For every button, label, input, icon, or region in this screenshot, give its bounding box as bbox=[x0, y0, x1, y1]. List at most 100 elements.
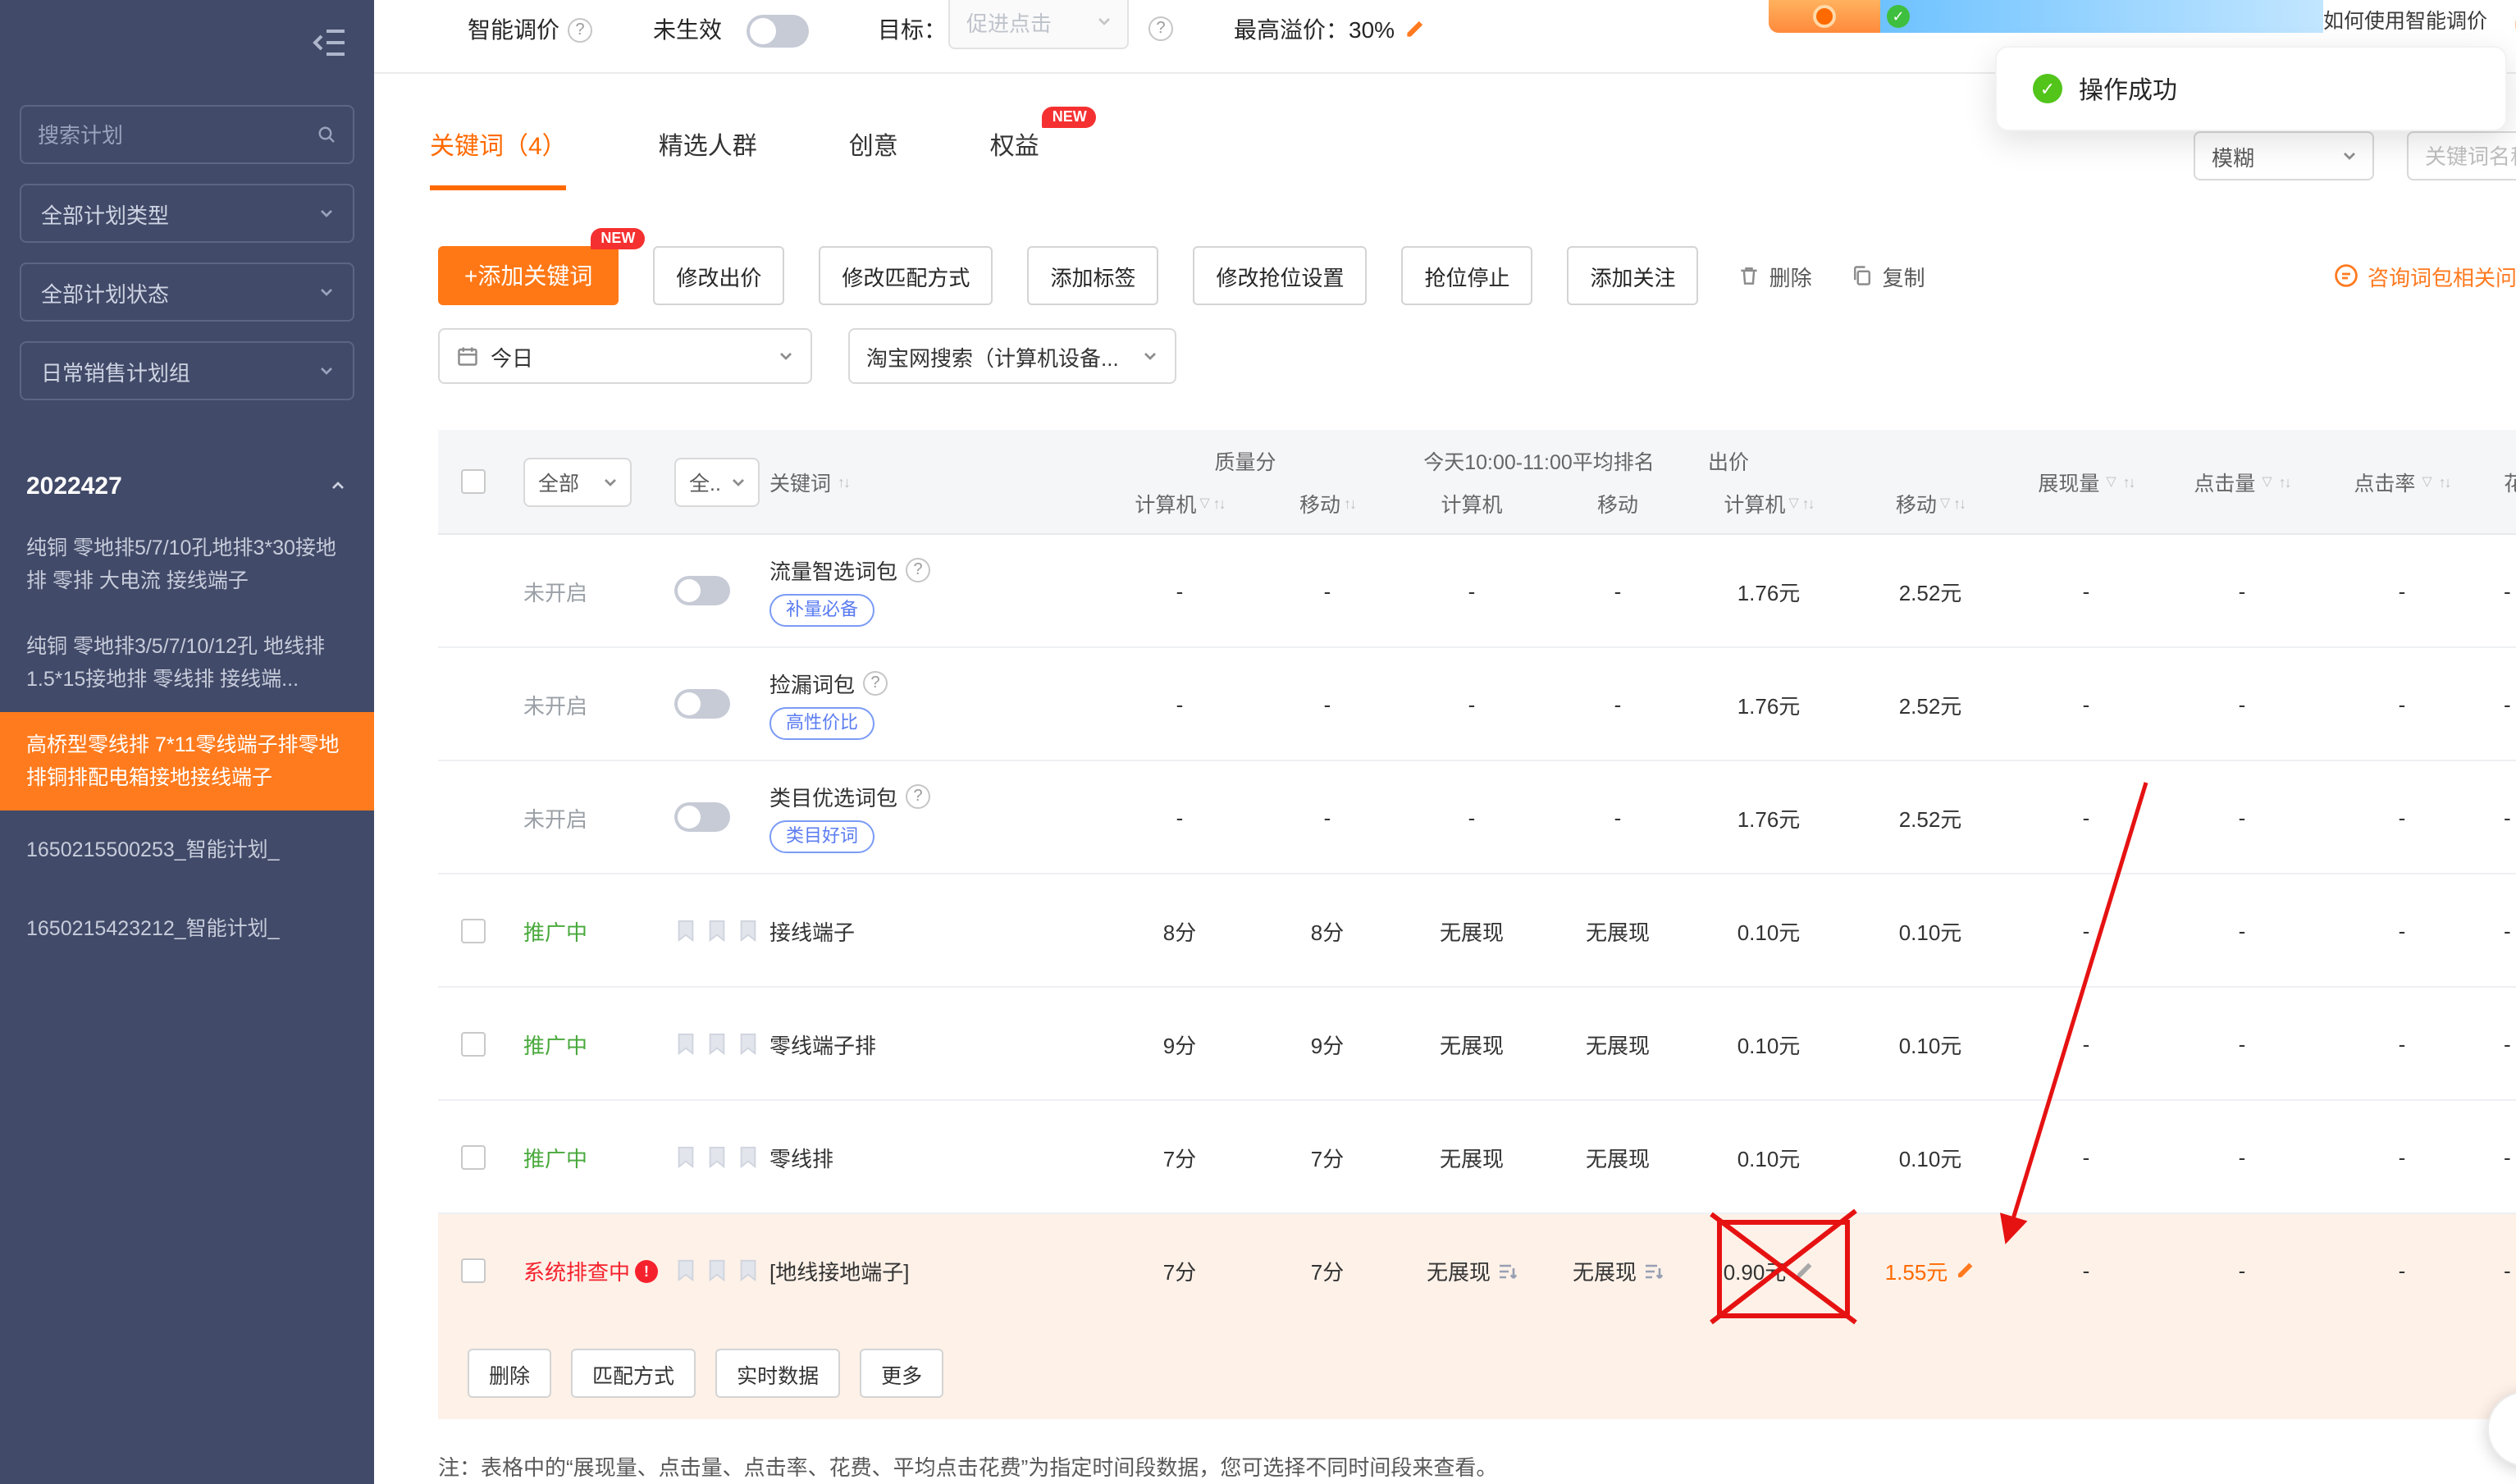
plan-group-select[interactable]: 日常销售计划组 bbox=[20, 341, 354, 400]
sidebar-plan-item[interactable]: 1650215423212_智能计划_ bbox=[0, 889, 374, 968]
flag-icon[interactable] bbox=[705, 918, 728, 943]
flag-icon[interactable] bbox=[674, 1031, 697, 1056]
strip-match-type-button[interactable]: 匹配方式 bbox=[571, 1349, 696, 1398]
edit-icon[interactable] bbox=[1792, 1260, 1814, 1281]
help-icon[interactable]: ? bbox=[1148, 16, 1173, 41]
flag-icon[interactable] bbox=[674, 918, 697, 943]
sidebar-plan-item-selected[interactable]: 高桥型零线排 7*11零线端子排零地排铜排配电箱接地接线端子 bbox=[0, 712, 374, 810]
strip-delete-button[interactable]: 删除 bbox=[468, 1349, 551, 1398]
row-checkbox[interactable] bbox=[461, 1031, 486, 1056]
rank-detail-icon[interactable] bbox=[1643, 1261, 1663, 1281]
filter-icon[interactable]: ▽ bbox=[1940, 495, 1950, 510]
info-icon[interactable]: ! bbox=[635, 1259, 658, 1282]
sidebar-plan-item[interactable]: 纯铜 零地排3/5/7/10/12孔 地线排1.5*15接地排 零线排 接线端.… bbox=[0, 614, 374, 712]
header-quality-mobile[interactable]: 移动↑↓ bbox=[1262, 487, 1393, 518]
modify-bid-button[interactable]: 修改出价 bbox=[653, 246, 784, 305]
help-icon[interactable]: ? bbox=[906, 784, 930, 809]
filter-icon[interactable]: ▽ bbox=[1788, 495, 1798, 510]
smart-bid-toggle[interactable] bbox=[747, 15, 809, 48]
select-all-checkbox[interactable] bbox=[461, 469, 486, 494]
sidebar-plan-item[interactable]: 纯铜 零地排5/7/10孔地排3*30接地排 零排 大电流 接线端子 bbox=[0, 515, 374, 614]
date-range-select[interactable]: 今日 bbox=[438, 328, 812, 384]
header-quality-pc[interactable]: 计算机▽↑↓ bbox=[1098, 487, 1262, 518]
match-type-select[interactable]: 模糊 bbox=[2194, 131, 2374, 180]
plan-type-select[interactable]: 全部计划类型 bbox=[20, 184, 354, 243]
wordpack-toggle[interactable] bbox=[674, 689, 730, 719]
edit-icon[interactable] bbox=[1403, 18, 1426, 41]
help-icon[interactable]: ? bbox=[568, 17, 592, 42]
wordpack-toggle[interactable] bbox=[674, 802, 730, 832]
sort-icon[interactable]: ↑↓ bbox=[838, 473, 849, 490]
plan-group-header[interactable]: 2022427 bbox=[0, 456, 374, 515]
flag-icon[interactable] bbox=[674, 1258, 697, 1283]
row-checkbox[interactable] bbox=[461, 1144, 486, 1169]
sort-icon[interactable]: ↑↓ bbox=[1344, 495, 1355, 511]
header-bid-pc[interactable]: 计算机▽↑↓ bbox=[1685, 487, 1852, 518]
flag-filter-select[interactable]: 全.. bbox=[674, 457, 760, 506]
sort-icon[interactable]: ↑↓ bbox=[1802, 495, 1814, 511]
collapse-sidebar-icon[interactable] bbox=[312, 23, 351, 62]
search-icon[interactable] bbox=[317, 125, 336, 144]
flag-icon[interactable] bbox=[705, 1258, 728, 1283]
header-cost[interactable]: 花 bbox=[2484, 466, 2516, 497]
sidebar-plan-item[interactable]: 1650215500253_智能计划_ bbox=[0, 810, 374, 889]
tab-audience[interactable]: 精选人群 bbox=[659, 128, 757, 190]
keyword-name[interactable]: [地线接地端子] bbox=[769, 1255, 909, 1286]
flag-icons[interactable] bbox=[674, 1031, 760, 1056]
flag-icon[interactable] bbox=[674, 1144, 697, 1169]
sort-icon[interactable]: ↑↓ bbox=[2439, 473, 2450, 490]
tab-creative[interactable]: 创意 bbox=[849, 128, 898, 190]
row-checkbox[interactable] bbox=[461, 1258, 486, 1283]
header-bid-mobile[interactable]: 移动▽↑↓ bbox=[1852, 487, 2008, 518]
filter-icon[interactable]: ▽ bbox=[2262, 474, 2272, 489]
header-ctr[interactable]: 点击率▽↑↓ bbox=[2320, 466, 2484, 497]
tab-keywords[interactable]: 关键词（4） bbox=[430, 128, 567, 190]
sort-icon[interactable]: ↑↓ bbox=[2279, 473, 2290, 490]
keyword-name[interactable]: 零线排 bbox=[769, 1141, 833, 1172]
modify-position-button[interactable]: 修改抢位设置 bbox=[1193, 246, 1367, 305]
edit-icon[interactable] bbox=[1954, 1260, 1975, 1281]
sort-icon[interactable]: ↑↓ bbox=[2123, 473, 2135, 490]
keyword-name[interactable]: 接线端子 bbox=[769, 915, 855, 946]
plan-status-select[interactable]: 全部计划状态 bbox=[20, 263, 354, 322]
filter-icon[interactable]: ▽ bbox=[1199, 495, 1209, 510]
flag-icon[interactable] bbox=[737, 1031, 760, 1056]
flag-icons[interactable] bbox=[674, 1258, 760, 1283]
plan-search-input[interactable] bbox=[38, 122, 307, 147]
flag-icons[interactable] bbox=[674, 918, 760, 943]
stop-position-button[interactable]: 抢位停止 bbox=[1402, 246, 1533, 305]
flag-icon[interactable] bbox=[737, 1144, 760, 1169]
sort-icon[interactable]: ↑↓ bbox=[1953, 495, 1965, 511]
flag-icon[interactable] bbox=[737, 918, 760, 943]
status-filter-select[interactable]: 全部 bbox=[523, 457, 632, 506]
copy-button[interactable]: 复制 bbox=[1852, 260, 1925, 291]
target-select[interactable]: 促进点击 bbox=[948, 0, 1129, 49]
header-clicks[interactable]: 点击量▽↑↓ bbox=[2164, 466, 2320, 497]
help-link[interactable]: 如何使用智能调价 bbox=[2323, 3, 2487, 34]
sort-icon[interactable]: ↑↓ bbox=[1213, 495, 1225, 511]
strip-realtime-data-button[interactable]: 实时数据 bbox=[715, 1349, 840, 1398]
filter-icon[interactable]: ▽ bbox=[2422, 474, 2432, 489]
keyword-name[interactable]: 零线端子排 bbox=[769, 1028, 876, 1059]
rank-detail-icon[interactable] bbox=[1497, 1261, 1517, 1281]
tab-benefit[interactable]: 权益NEW bbox=[990, 128, 1039, 190]
header-impressions[interactable]: 展现量▽↑↓ bbox=[2008, 466, 2164, 497]
wordpack-toggle[interactable] bbox=[674, 576, 730, 605]
add-keyword-button[interactable]: +添加关键词 NEW bbox=[438, 246, 619, 305]
add-tag-button[interactable]: 添加标签 bbox=[1027, 246, 1158, 305]
consult-wordpack-link[interactable]: 咨询词包相关问 bbox=[2333, 260, 2516, 291]
modify-match-button[interactable]: 修改匹配方式 bbox=[819, 246, 993, 305]
flag-icon[interactable] bbox=[705, 1031, 728, 1056]
add-follow-button[interactable]: 添加关注 bbox=[1568, 246, 1699, 305]
strip-more-button[interactable]: 更多 bbox=[860, 1349, 943, 1398]
keyword-name-input[interactable] bbox=[2407, 131, 2516, 180]
filter-icon[interactable]: ▽ bbox=[2106, 474, 2116, 489]
header-keyword[interactable]: 关键词↑↓ bbox=[769, 466, 1098, 497]
flag-icon[interactable] bbox=[737, 1258, 760, 1283]
delete-button[interactable]: 删除 bbox=[1738, 260, 1812, 291]
channel-select[interactable]: 淘宝网搜索（计算机设备... bbox=[848, 328, 1176, 384]
help-icon[interactable]: ? bbox=[863, 671, 888, 696]
promo-banner[interactable]: ✓ bbox=[1769, 0, 2323, 33]
row-checkbox[interactable] bbox=[461, 918, 486, 943]
help-icon[interactable]: ? bbox=[906, 558, 930, 582]
